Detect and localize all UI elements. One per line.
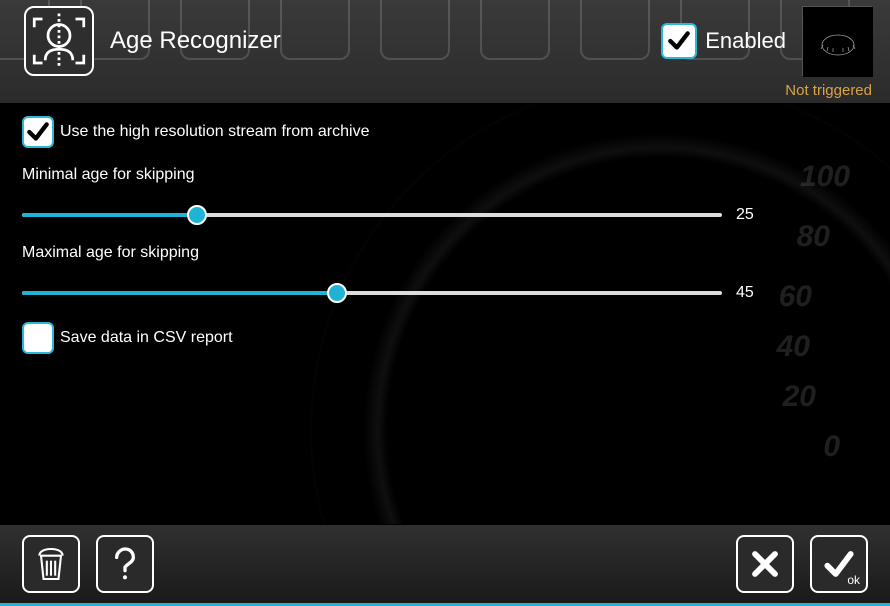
save-csv-label: Save data in CSV report xyxy=(60,329,233,347)
min-age-value: 25 xyxy=(736,206,766,224)
delete-button[interactable] xyxy=(22,535,80,593)
header-bar: Age Recognizer Enabled xyxy=(0,0,890,104)
trigger-status: Not triggered xyxy=(785,82,872,99)
enabled-checkbox[interactable] xyxy=(661,23,697,59)
slider-thumb[interactable] xyxy=(187,205,207,225)
min-age-label: Minimal age for skipping xyxy=(22,166,868,184)
max-age-value: 45 xyxy=(736,284,766,302)
save-csv-checkbox[interactable] xyxy=(22,322,54,354)
footer-bar: ok xyxy=(0,524,890,606)
max-age-label: Maximal age for skipping xyxy=(22,244,868,262)
preview-thumbnail xyxy=(802,6,872,76)
face-scan-icon xyxy=(24,6,94,76)
help-button[interactable] xyxy=(96,535,154,593)
ok-button[interactable]: ok xyxy=(810,535,868,593)
use-high-res-label: Use the high resolution stream from arch… xyxy=(60,123,369,141)
ok-label: ok xyxy=(847,573,860,587)
slider-thumb[interactable] xyxy=(327,283,347,303)
enabled-label: Enabled xyxy=(705,28,786,54)
max-age-slider[interactable] xyxy=(22,291,722,295)
cancel-button[interactable] xyxy=(736,535,794,593)
module-title: Age Recognizer xyxy=(110,27,281,55)
use-high-res-checkbox[interactable] xyxy=(22,116,54,148)
min-age-slider[interactable] xyxy=(22,213,722,217)
